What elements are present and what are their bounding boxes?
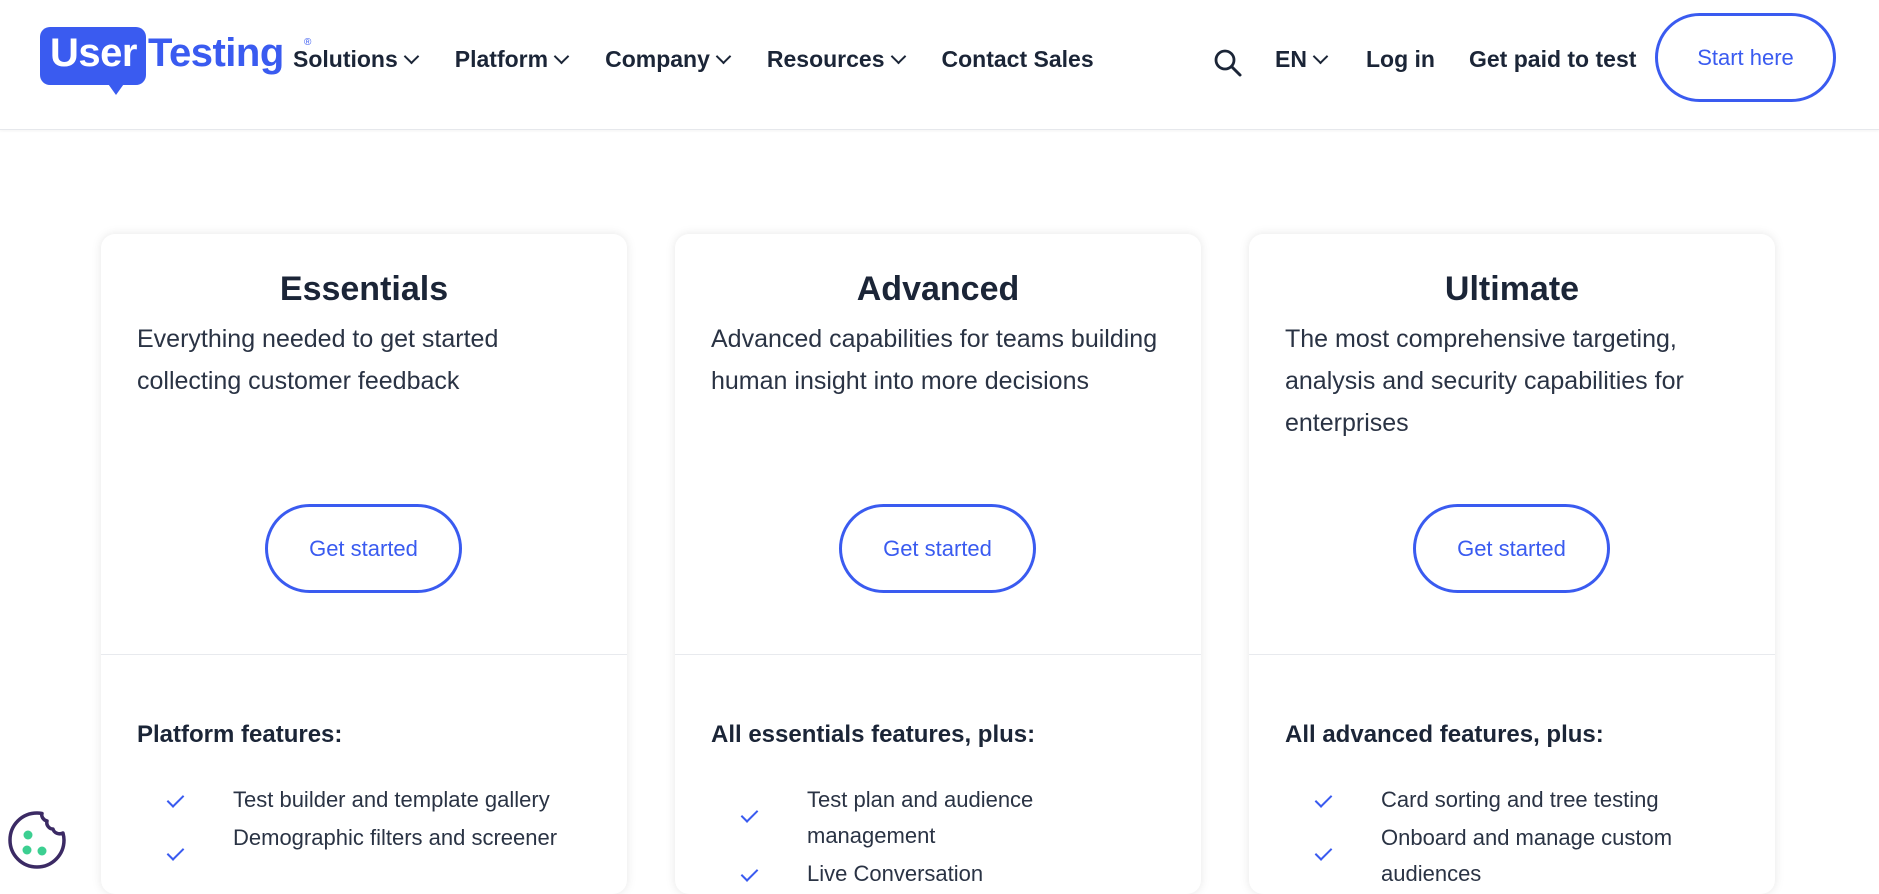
card-divider xyxy=(675,654,1201,655)
feature-item: Demographic filters and screener xyxy=(161,820,591,861)
get-started-button[interactable]: Get started xyxy=(265,504,462,593)
nav-item-platform[interactable]: Platform xyxy=(454,46,570,73)
plan-title: Ultimate xyxy=(1444,270,1580,308)
features-heading: All advanced features, plus: xyxy=(1285,721,1604,748)
get-started-button[interactable]: Get started xyxy=(839,504,1036,593)
cookie-icon[interactable] xyxy=(6,809,68,871)
search-icon[interactable] xyxy=(1213,48,1243,78)
card-divider xyxy=(1249,654,1775,655)
usertesting-logo[interactable]: User Testing ® xyxy=(40,27,311,95)
feature-label: Test plan and audience management xyxy=(807,787,1034,848)
logo-speech-tail xyxy=(106,81,126,95)
feature-label: Onboard and manage custom audiences xyxy=(1381,825,1673,886)
language-selector[interactable]: EN xyxy=(1275,46,1329,73)
check-icon xyxy=(740,864,759,882)
chevron-down-icon xyxy=(403,48,420,65)
check-icon xyxy=(166,790,185,808)
plan-title: Essentials xyxy=(279,270,449,308)
feature-label: Card sorting and tree testing xyxy=(1381,787,1659,812)
feature-item: Onboard and manage custom audiences xyxy=(1309,820,1739,892)
chevron-down-icon xyxy=(890,48,906,65)
plan-card-essentials: Essentials Everything needed to get star… xyxy=(101,234,627,894)
plan-card-advanced: Advanced Advanced capabilities for teams… xyxy=(675,234,1201,894)
plan-description: Advanced capabilities for teams building… xyxy=(711,325,1158,395)
plan-title: Advanced xyxy=(856,270,1020,308)
feature-label: Live Conversation xyxy=(807,861,984,886)
chevron-down-icon xyxy=(553,48,570,65)
card-divider xyxy=(101,654,627,655)
feature-label: Test builder and template gallery xyxy=(233,787,550,812)
nav-item-solutions[interactable]: Solutions xyxy=(293,46,420,73)
check-icon xyxy=(740,805,759,823)
nav-item-contact-sales[interactable]: Contact Sales xyxy=(942,46,1094,73)
nav-item-label: Resources xyxy=(766,46,885,72)
nav-item-company[interactable]: Company xyxy=(605,46,732,73)
logo-text-testing: Testing xyxy=(148,31,284,75)
features-list: Test plan and audience management Live C… xyxy=(735,782,1165,894)
logo-text-user: User xyxy=(50,31,137,75)
feature-item: Card sorting and tree testing xyxy=(1309,782,1739,818)
plan-description: Everything needed to get started collect… xyxy=(137,325,499,395)
start-here-button[interactable]: Start here xyxy=(1655,13,1836,102)
features-list: Card sorting and tree testing Onboard an… xyxy=(1309,782,1739,894)
nav-item-resources[interactable]: Resources xyxy=(766,46,906,73)
get-started-button[interactable]: Get started xyxy=(1413,504,1610,593)
check-icon xyxy=(1314,790,1333,808)
features-list: Test builder and template gallery Demogr… xyxy=(161,782,591,861)
features-heading: All essentials features, plus: xyxy=(711,721,1036,748)
feature-label: Demographic filters and screener xyxy=(233,825,558,850)
get-paid-to-test-link[interactable]: Get paid to test xyxy=(1469,46,1636,73)
check-icon xyxy=(166,843,185,861)
feature-item: Live Conversation xyxy=(735,856,1165,892)
feature-item: Test builder and template gallery xyxy=(161,782,591,818)
plan-card-ultimate: Ultimate The most comprehensive targetin… xyxy=(1249,234,1775,894)
feature-item: Test plan and audience management xyxy=(735,782,1165,854)
main-nav: Solutions Platform Company Resources Con… xyxy=(293,46,1132,73)
check-icon xyxy=(1314,843,1333,861)
chevron-down-icon xyxy=(715,48,732,65)
nav-item-label: Company xyxy=(605,46,710,72)
nav-item-label: Solutions xyxy=(293,46,398,72)
chevron-down-icon xyxy=(1312,48,1329,65)
plan-description: The most comprehensive targeting, analys… xyxy=(1285,325,1684,437)
nav-item-label: Contact Sales xyxy=(941,46,1094,72)
language-label: EN xyxy=(1275,46,1307,72)
nav-item-label: Platform xyxy=(454,46,549,72)
features-heading: Platform features: xyxy=(137,721,343,748)
login-link[interactable]: Log in xyxy=(1366,46,1435,73)
site-header: User Testing ® Solutions Platform Compan… xyxy=(0,0,1879,130)
